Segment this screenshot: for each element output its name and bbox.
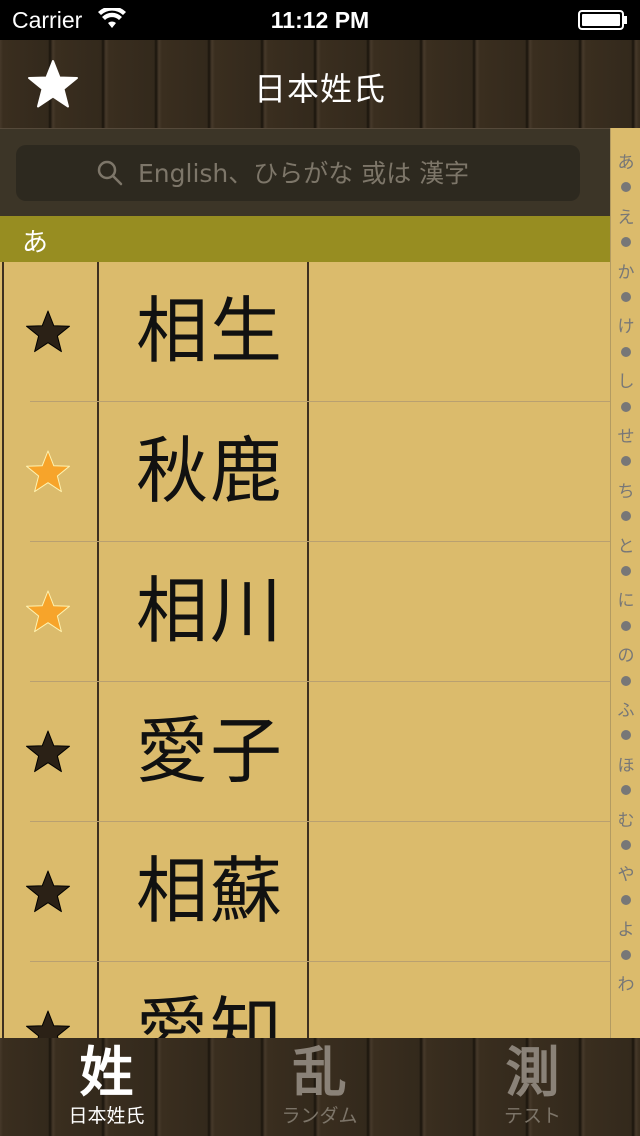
- surname-label: 相蘇: [136, 849, 285, 933]
- section-index-dot[interactable]: [621, 949, 631, 960]
- tab-bar: 姓 日本姓氏 乱 ランダム 測 テスト: [0, 1038, 640, 1136]
- surname-list: 相生 秋鹿 相川 愛子 相蘇 愛知: [0, 262, 610, 1038]
- surname-label: 相生: [136, 289, 285, 373]
- section-index-letter[interactable]: に: [611, 586, 640, 611]
- section-index-letter[interactable]: と: [611, 532, 640, 557]
- star-icon[interactable]: [24, 588, 72, 636]
- section-index-dot[interactable]: [621, 620, 631, 631]
- section-index-dot[interactable]: [621, 894, 631, 905]
- section-index-letter[interactable]: ふ: [611, 696, 640, 721]
- surname-label: 秋鹿: [136, 429, 285, 513]
- section-index-dot[interactable]: [621, 785, 631, 796]
- list-item[interactable]: 秋鹿: [0, 402, 610, 542]
- tab-label: ランダム: [281, 1105, 358, 1127]
- star-icon[interactable]: [24, 448, 72, 496]
- section-index-dot[interactable]: [621, 511, 631, 522]
- tab-label: 日本姓氏: [68, 1105, 145, 1127]
- clock: 11:12 PM: [270, 7, 370, 33]
- list-item[interactable]: 愛知: [0, 962, 610, 1038]
- section-index-letter[interactable]: か: [611, 258, 640, 283]
- section-index-letter[interactable]: の: [611, 641, 640, 666]
- section-index-dot[interactable]: [621, 401, 631, 412]
- status-bar: Carrier 11:12 PM: [0, 0, 640, 40]
- surname-label: 愛子: [136, 709, 285, 793]
- battery-icon: [578, 10, 627, 30]
- section-index-dot[interactable]: [621, 730, 631, 741]
- list-item[interactable]: 相川: [0, 542, 610, 682]
- search-input[interactable]: [136, 157, 500, 189]
- section-index-dot[interactable]: [621, 237, 631, 248]
- section-index-dot[interactable]: [621, 182, 631, 193]
- tab-surnames[interactable]: 姓 日本姓氏: [0, 1038, 213, 1136]
- star-icon[interactable]: [24, 868, 72, 916]
- surname-label: 愛知: [136, 989, 285, 1038]
- star-icon[interactable]: [24, 728, 72, 776]
- search-field[interactable]: [16, 145, 580, 201]
- navigation-bar: 日本姓氏: [0, 40, 640, 128]
- star-icon[interactable]: [24, 1008, 72, 1038]
- section-index-letter[interactable]: ほ: [611, 751, 640, 776]
- list-item[interactable]: 愛子: [0, 682, 610, 822]
- test-tab-icon: 測: [505, 1041, 560, 1104]
- tab-label: テスト: [503, 1105, 561, 1127]
- section-index-dot[interactable]: [621, 292, 631, 302]
- section-index-letter[interactable]: あ: [611, 148, 640, 173]
- section-index-dot[interactable]: [621, 566, 631, 576]
- surname-tab-icon: 姓: [79, 1041, 134, 1104]
- section-index-letter[interactable]: ち: [611, 477, 640, 502]
- section-index[interactable]: あえかけしせちとにのふほむやよわ: [610, 128, 640, 1038]
- random-tab-icon: 乱: [292, 1041, 347, 1104]
- section-index-dot[interactable]: [621, 346, 631, 357]
- section-header: あ: [0, 216, 610, 262]
- star-icon[interactable]: [24, 308, 72, 356]
- section-index-dot[interactable]: [621, 675, 631, 686]
- section-index-dot[interactable]: [621, 456, 631, 467]
- tab-random[interactable]: 乱 ランダム: [213, 1038, 426, 1136]
- section-index-dot[interactable]: [621, 840, 631, 850]
- list-item[interactable]: 相蘇: [0, 822, 610, 962]
- section-index-letter[interactable]: け: [611, 312, 640, 337]
- section-index-letter[interactable]: え: [611, 203, 640, 228]
- section-index-letter[interactable]: や: [611, 860, 640, 885]
- section-index-letter[interactable]: よ: [611, 915, 640, 940]
- section-index-letter[interactable]: せ: [611, 422, 640, 447]
- section-index-letter[interactable]: し: [611, 367, 640, 392]
- section-index-letter[interactable]: む: [611, 806, 640, 831]
- search-bar: [0, 128, 610, 217]
- tab-test[interactable]: 測 テスト: [426, 1038, 639, 1136]
- search-icon: [97, 160, 123, 186]
- section-header-label: あ: [22, 228, 49, 258]
- page-title: 日本姓氏: [253, 70, 386, 108]
- section-index-letter[interactable]: わ: [611, 970, 640, 995]
- list-item[interactable]: 相生: [0, 262, 610, 402]
- surname-label: 相川: [136, 569, 285, 653]
